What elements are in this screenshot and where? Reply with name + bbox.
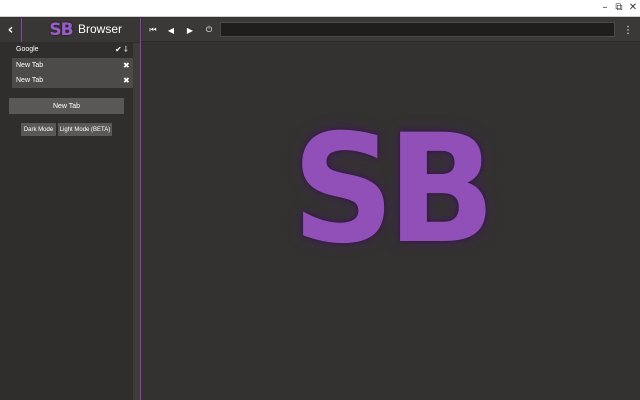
navigation-toolbar: ⏮ ◀ ▶ ⏻ ⋮	[142, 18, 640, 42]
sidebar-scrollbar[interactable]	[133, 43, 140, 400]
close-window-icon[interactable]: ✕	[626, 0, 640, 16]
dark-mode-button[interactable]: Dark Mode	[21, 123, 56, 136]
tab-label: New Tab	[16, 62, 44, 69]
tab-item-google[interactable]: Google ✔ ⸸	[12, 42, 133, 57]
sb-logo-icon: SB	[49, 20, 73, 40]
minimize-icon[interactable]: –	[598, 0, 612, 16]
page-content: SB	[142, 43, 640, 400]
light-mode-button[interactable]: Light Mode (BETA)	[58, 123, 112, 136]
close-tab-icon[interactable]: ✖	[123, 58, 130, 73]
collapse-sidebar-button[interactable]: ‹	[0, 18, 22, 42]
sidebar-header: ‹ SB Browser	[0, 18, 140, 42]
sb-large-logo: SB	[291, 103, 496, 277]
tab-label: Google	[16, 46, 39, 53]
home-icon[interactable]: ⏮	[145, 22, 161, 38]
close-tab-icon[interactable]: ✖	[123, 73, 130, 88]
url-input[interactable]	[220, 22, 615, 37]
restore-icon[interactable]: ⧉	[612, 0, 626, 16]
tab-label: New Tab	[16, 77, 44, 84]
menu-icon[interactable]: ⋮	[620, 22, 636, 38]
forward-icon[interactable]: ▶	[182, 22, 198, 38]
app-title: Browser	[78, 22, 123, 36]
reload-icon[interactable]: ⏻	[201, 22, 217, 38]
checkmark-icon[interactable]: ✔	[115, 42, 122, 57]
new-tab-button[interactable]: New Tab	[9, 98, 124, 114]
pin-icon[interactable]: ⸸	[124, 42, 128, 57]
back-icon[interactable]: ◀	[163, 22, 179, 38]
sidebar: ‹ SB Browser Google ✔ ⸸ New Tab ✖ New Ta…	[0, 18, 141, 400]
tab-item-new-tab[interactable]: New Tab ✖	[12, 73, 133, 88]
window-titlebar: – ⧉ ✕	[0, 0, 640, 17]
tab-item-new-tab[interactable]: New Tab ✖	[12, 58, 133, 73]
